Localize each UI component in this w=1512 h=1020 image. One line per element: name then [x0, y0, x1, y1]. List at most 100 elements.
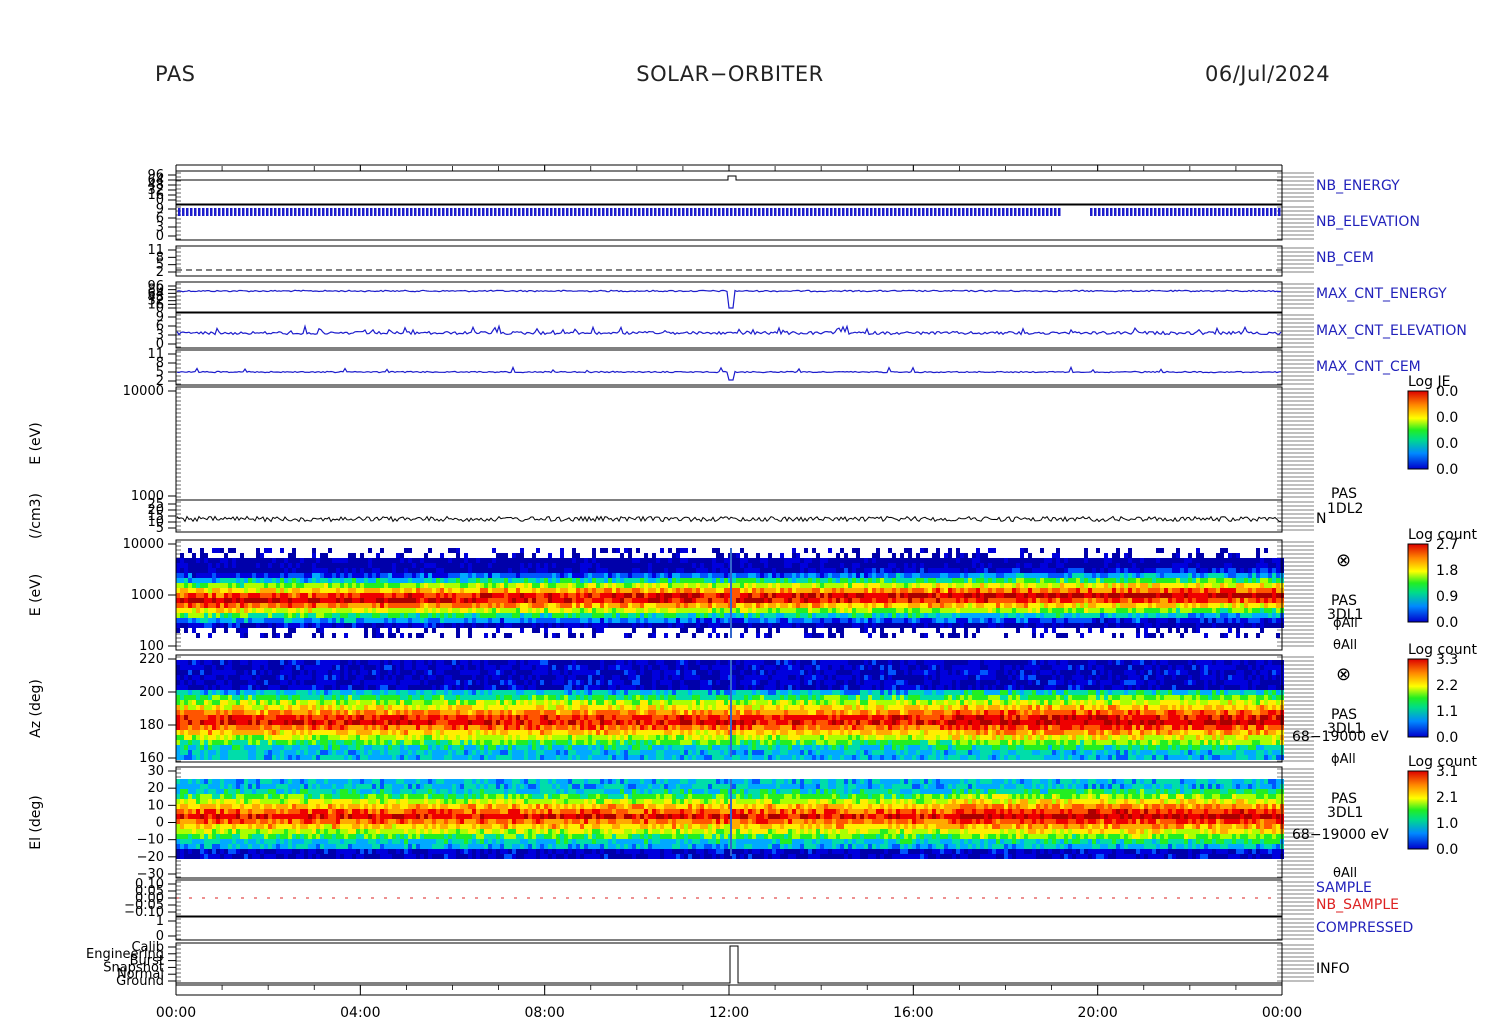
- energy_spec-cell: [332, 578, 336, 583]
- energy_spec-cell: [668, 578, 672, 583]
- nb-elevation-mark: [454, 208, 457, 216]
- energy_spec-cell: [692, 568, 696, 573]
- energy_spec-cell: [240, 583, 244, 588]
- energy_spec-cell: [1164, 608, 1168, 613]
- energy_spec-cell: [964, 558, 968, 563]
- energy_spec-cell: [304, 583, 308, 588]
- energy_spec-cell: [504, 633, 508, 638]
- energy_spec-cell: [484, 613, 488, 618]
- nb-elevation-mark: [510, 208, 513, 216]
- energy_spec-cell: [540, 588, 544, 593]
- energy_spec-cell: [660, 593, 664, 598]
- nb-elevation-mark: [842, 208, 845, 216]
- energy_spec-cell: [1096, 583, 1100, 588]
- azimuth_spec-cell: [176, 715, 180, 720]
- energy_spec-cell: [636, 623, 640, 628]
- energy_spec-cell: [1272, 603, 1276, 608]
- energy_spec-cell: [1160, 568, 1164, 573]
- energy_spec-cell: [240, 603, 244, 608]
- energy_spec-cell: [244, 578, 248, 583]
- energy_spec-cell: [204, 553, 208, 558]
- energy_spec-cell: [580, 593, 584, 598]
- energy_spec-cell: [364, 558, 368, 563]
- energy_spec-cell: [788, 598, 792, 603]
- energy_spec-cell: [448, 563, 452, 568]
- energy_spec-cell: [456, 623, 460, 628]
- azimuth_spec-cell: [188, 750, 192, 755]
- energy_spec-cell: [1072, 608, 1076, 613]
- energy_spec-cell: [232, 583, 236, 588]
- energy_spec-cell: [528, 603, 532, 608]
- energy_spec-cell: [284, 583, 288, 588]
- energy_spec-cell: [984, 593, 988, 598]
- energy_spec-cell: [832, 613, 836, 618]
- energy_spec-cell: [1016, 628, 1020, 633]
- energy_spec-cell: [792, 553, 796, 558]
- energy_spec-cell: [508, 623, 512, 628]
- energy_spec-cell: [716, 618, 720, 623]
- energy_spec-cell: [512, 623, 516, 628]
- azimuth_spec-cell: [184, 700, 188, 705]
- energy_spec-cell: [500, 553, 504, 558]
- energy_spec-cell: [300, 613, 304, 618]
- energy_spec-cell: [1188, 618, 1192, 623]
- energy_spec-cell: [840, 628, 844, 633]
- energy_spec-cell: [816, 578, 820, 583]
- energy_spec-cell: [612, 593, 616, 598]
- azimuth_spec-cell: [188, 665, 192, 670]
- energy_spec-cell: [640, 563, 644, 568]
- energy_spec-cell: [496, 568, 500, 573]
- energy_spec-cell: [788, 568, 792, 573]
- energy_spec-cell: [484, 563, 488, 568]
- energy_spec-cell: [200, 568, 204, 573]
- energy_spec-cell: [720, 588, 724, 593]
- energy_spec-cell: [712, 593, 716, 598]
- energy_spec-cell: [744, 558, 748, 563]
- energy_spec-cell: [924, 573, 928, 578]
- energy_spec-cell: [540, 608, 544, 613]
- energy_spec-cell: [972, 623, 976, 628]
- energy_spec-cell: [660, 608, 664, 613]
- energy_spec-cell: [924, 583, 928, 588]
- energy_spec-cell: [404, 573, 408, 578]
- energy_spec-cell: [204, 623, 208, 628]
- nb-elevation-mark: [1022, 208, 1025, 216]
- energy_spec-cell: [1032, 593, 1036, 598]
- nb-elevation-mark: [322, 208, 325, 216]
- energy_spec-cell: [572, 623, 576, 628]
- energy_spec-cell: [680, 613, 684, 618]
- energy_spec-cell: [380, 563, 384, 568]
- energy_spec-cell: [184, 568, 188, 573]
- energy_spec-cell: [1236, 598, 1240, 603]
- energy_spec-cell: [564, 593, 568, 598]
- energy_spec-cell: [224, 578, 228, 583]
- energy_spec-cell: [504, 613, 508, 618]
- energy_spec-cell: [1076, 573, 1080, 578]
- energy_spec-cell: [212, 588, 216, 593]
- energy_spec-cell: [640, 588, 644, 593]
- energy_spec-cell: [796, 563, 800, 568]
- energy_spec-cell: [572, 613, 576, 618]
- energy_spec-cell: [668, 548, 672, 553]
- energy_spec-cell: [324, 618, 328, 623]
- energy_spec-cell: [940, 608, 944, 613]
- energy_spec-cell: [1000, 558, 1004, 563]
- energy_spec-cell: [892, 553, 896, 558]
- azimuth_spec-cell: [180, 670, 184, 675]
- energy_spec-cell: [740, 623, 744, 628]
- energy_spec-cell: [192, 568, 196, 573]
- energy_spec-cell: [456, 563, 460, 568]
- energy_spec-cell: [592, 563, 596, 568]
- energy_spec-cell: [328, 573, 332, 578]
- energy_spec-cell: [800, 618, 804, 623]
- energy_spec-cell: [1044, 613, 1048, 618]
- energy_spec-cell: [1192, 578, 1196, 583]
- energy_spec-cell: [176, 568, 180, 573]
- energy_spec-cell: [232, 613, 236, 618]
- energy_spec-cell: [1056, 613, 1060, 618]
- energy_spec-cell: [736, 608, 740, 613]
- energy_spec-cell: [924, 593, 928, 598]
- energy_spec-cell: [532, 623, 536, 628]
- energy_spec-cell: [1172, 553, 1176, 558]
- nb-elevation-mark: [542, 208, 545, 216]
